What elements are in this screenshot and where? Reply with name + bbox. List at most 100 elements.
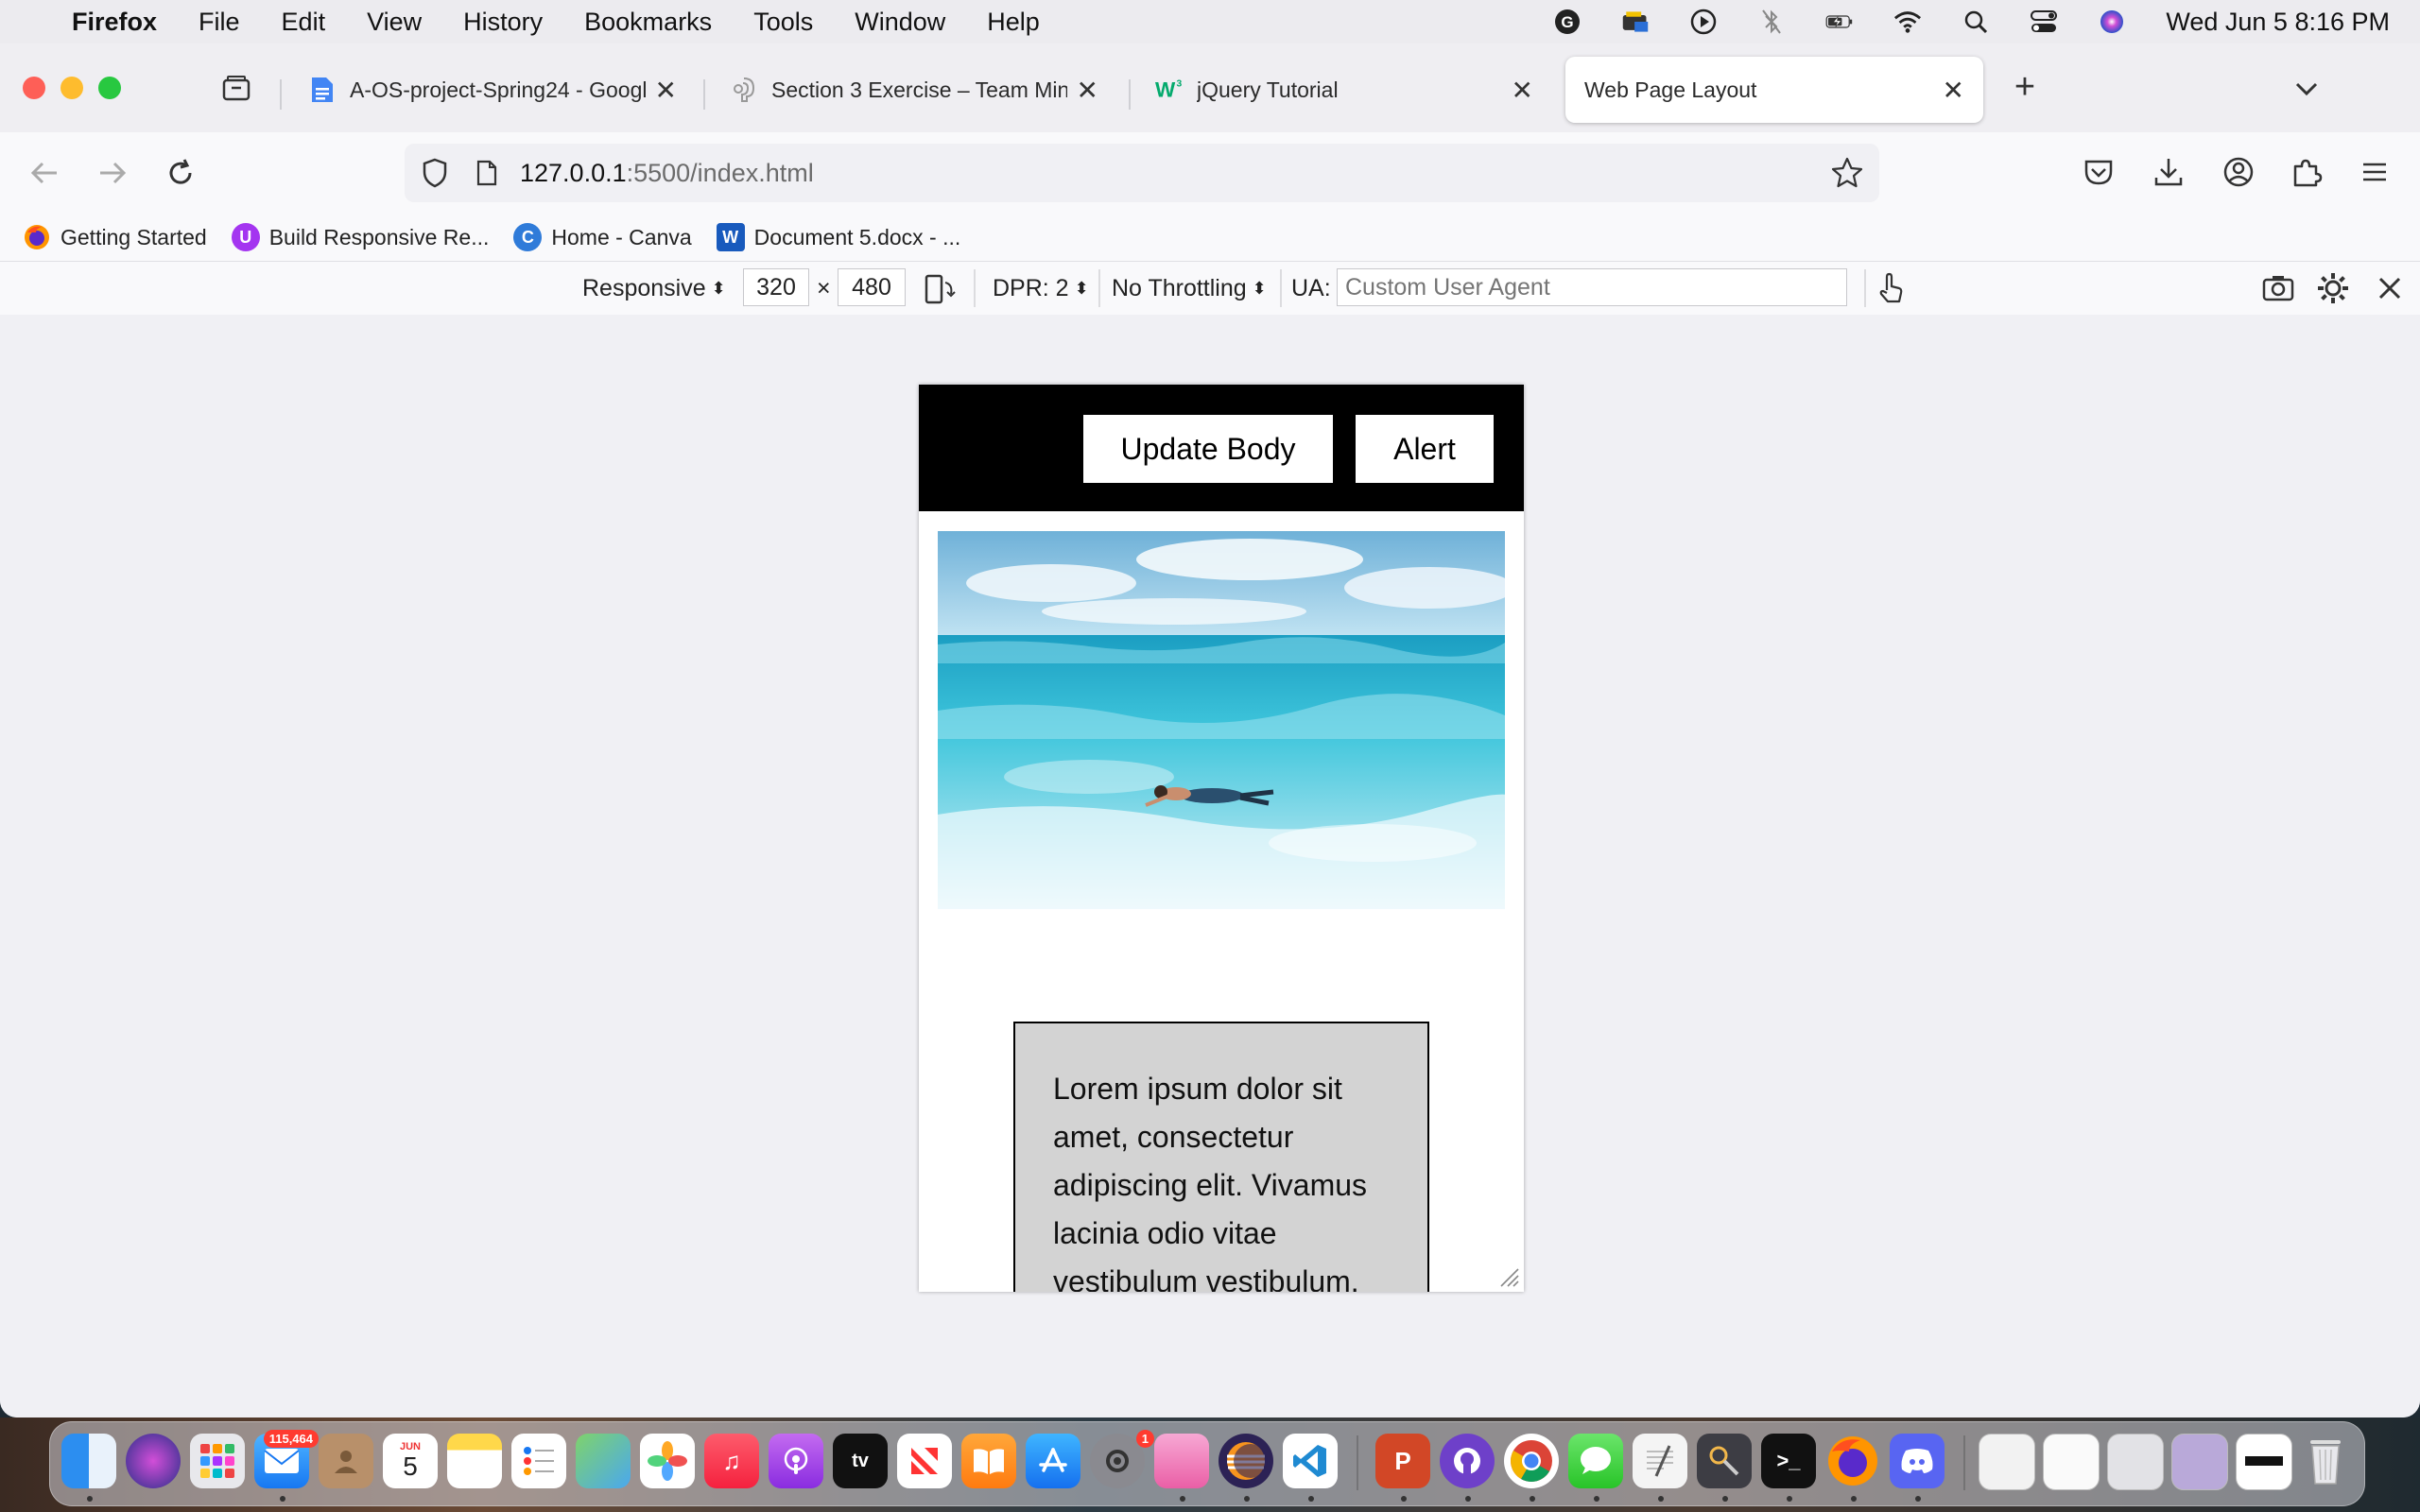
calendar-icon[interactable]: JUN 5: [383, 1434, 438, 1488]
new-tab-plus-icon[interactable]: +: [2006, 67, 2044, 107]
chrome-icon[interactable]: [1504, 1434, 1559, 1488]
bluetooth-off-icon[interactable]: [1757, 8, 1786, 36]
forward-arrow-icon[interactable]: [89, 149, 136, 197]
presentation-app-icon[interactable]: [1154, 1434, 1209, 1488]
tab-jquery-tutorial[interactable]: W3 jQuery Tutorial ✕: [1136, 57, 1552, 123]
battery-charging-icon[interactable]: [1825, 8, 1854, 36]
bookmark-document5[interactable]: W Document 5.docx - ...: [716, 223, 960, 251]
dpr-selector[interactable]: DPR: 2 ⬍: [993, 271, 1089, 305]
menu-help[interactable]: Help: [987, 8, 1040, 37]
wifi-icon[interactable]: [1893, 8, 1922, 36]
downloads-icon[interactable]: [2152, 155, 2189, 193]
rotate-viewport-icon[interactable]: [923, 273, 957, 305]
music-icon[interactable]: ♫: [704, 1434, 759, 1488]
tab-web-page-layout[interactable]: Web Page Layout ✕: [1565, 57, 1983, 123]
menu-edit[interactable]: Edit: [282, 8, 326, 37]
tab-close-icon[interactable]: ✕: [655, 75, 677, 106]
bookmark-star-icon[interactable]: [1830, 156, 1864, 190]
apple-tv-icon[interactable]: tv: [833, 1434, 888, 1488]
url-bar[interactable]: 127.0.0.1:5500/index.html: [405, 144, 1879, 202]
reload-icon[interactable]: [157, 149, 204, 197]
spotlight-search-icon[interactable]: [1962, 8, 1990, 36]
window-thumbnail[interactable]: [2236, 1434, 2292, 1490]
finder-icon[interactable]: [61, 1434, 116, 1488]
window-thumbnail[interactable]: [2171, 1434, 2228, 1490]
window-close-button[interactable]: [23, 77, 45, 99]
textedit-icon[interactable]: [1633, 1434, 1687, 1488]
page-info-icon[interactable]: [473, 156, 501, 190]
tracking-shield-icon[interactable]: [418, 156, 452, 190]
user-agent-input[interactable]: [1337, 268, 1847, 306]
window-thumbnail[interactable]: [2043, 1434, 2100, 1490]
window-thumbnail[interactable]: [1979, 1434, 2035, 1490]
podcasts-icon[interactable]: [769, 1434, 823, 1488]
account-icon[interactable]: [2221, 155, 2259, 193]
resize-grip-icon[interactable]: [1497, 1265, 1520, 1288]
back-arrow-icon[interactable]: [21, 149, 68, 197]
trash-icon[interactable]: [2298, 1434, 2353, 1488]
menu-tools[interactable]: Tools: [753, 8, 813, 37]
list-all-tabs-chevron-down-icon[interactable]: [2290, 72, 2324, 106]
extensions-puzzle-icon[interactable]: [2290, 155, 2327, 193]
menu-bookmarks[interactable]: Bookmarks: [584, 8, 712, 37]
bookmark-getting-started[interactable]: Getting Started: [23, 223, 207, 251]
menu-view[interactable]: View: [367, 8, 422, 37]
menu-window[interactable]: Window: [855, 8, 945, 37]
bookmark-home-canva[interactable]: C Home - Canva: [513, 223, 692, 251]
viewport-width-input[interactable]: 320: [743, 268, 809, 306]
discord-icon[interactable]: [1890, 1434, 1945, 1488]
window-thumbnail[interactable]: [2107, 1434, 2164, 1490]
messages-icon[interactable]: [1568, 1434, 1623, 1488]
drive-sync-icon[interactable]: [1621, 8, 1650, 36]
firefox-view-icon[interactable]: [219, 72, 253, 106]
tab-close-icon[interactable]: ✕: [1077, 75, 1098, 106]
touch-simulation-hand-icon[interactable]: [1876, 271, 1910, 305]
instruments-icon[interactable]: [1697, 1434, 1752, 1488]
tab-close-icon[interactable]: ✕: [1512, 75, 1533, 106]
books-icon[interactable]: [961, 1434, 1016, 1488]
throttling-selector[interactable]: No Throttling ⬍: [1112, 271, 1267, 305]
github-desktop-icon[interactable]: [1440, 1434, 1495, 1488]
tab-google-docs[interactable]: A-OS-project-Spring24 - Googl ✕: [289, 57, 696, 123]
window-minimize-button[interactable]: [60, 77, 83, 99]
photos-icon[interactable]: [640, 1434, 695, 1488]
viewport-height-input[interactable]: 480: [838, 268, 906, 306]
system-settings-gear-icon[interactable]: 1: [1090, 1430, 1154, 1488]
news-icon[interactable]: [897, 1434, 952, 1488]
menubar-clock[interactable]: Wed Jun 5 8:16 PM: [2166, 8, 2390, 37]
app-store-icon[interactable]: [1026, 1434, 1080, 1488]
bookmark-build-responsive[interactable]: U Build Responsive Re...: [231, 223, 489, 251]
screenshot-camera-icon[interactable]: [2261, 271, 2295, 305]
window-zoom-button[interactable]: [98, 77, 121, 99]
powerpoint-icon[interactable]: P: [1375, 1434, 1430, 1488]
close-rdm-icon[interactable]: [2375, 273, 2405, 303]
eclipse-icon[interactable]: [1219, 1434, 1273, 1488]
pocket-icon[interactable]: [2082, 155, 2119, 193]
firefox-dock-icon[interactable]: [1825, 1434, 1880, 1488]
hamburger-menu-icon[interactable]: [2358, 155, 2395, 193]
mail-icon[interactable]: 115,464: [254, 1430, 319, 1488]
tab-close-icon[interactable]: ✕: [1943, 75, 1964, 106]
siri-icon[interactable]: [126, 1434, 181, 1488]
menu-history[interactable]: History: [463, 8, 543, 37]
tab-notion-exercise[interactable]: Section 3 Exercise – Team MindS ✕: [711, 57, 1117, 123]
settings-update-badge: 1: [1135, 1430, 1154, 1448]
siri-icon[interactable]: [2098, 8, 2126, 36]
play-icon[interactable]: [1689, 8, 1718, 36]
svg-text:3: 3: [1177, 78, 1183, 89]
reminders-icon[interactable]: [511, 1434, 566, 1488]
contacts-icon[interactable]: [319, 1434, 373, 1488]
notes-icon[interactable]: [447, 1434, 502, 1488]
maps-icon[interactable]: [576, 1434, 631, 1488]
launchpad-icon[interactable]: [190, 1434, 245, 1488]
control-center-icon[interactable]: [2030, 8, 2058, 36]
vscode-icon[interactable]: [1283, 1434, 1338, 1488]
settings-gear-icon[interactable]: [2316, 271, 2350, 305]
update-body-button[interactable]: Update Body: [1083, 415, 1333, 483]
menu-file[interactable]: File: [199, 8, 240, 37]
grammarly-icon[interactable]: G: [1553, 8, 1582, 36]
alert-button[interactable]: Alert: [1356, 415, 1494, 483]
terminal-icon[interactable]: >_: [1761, 1434, 1816, 1488]
app-menu-firefox[interactable]: Firefox: [72, 8, 157, 37]
device-selector[interactable]: Responsive ⬍: [582, 271, 726, 305]
